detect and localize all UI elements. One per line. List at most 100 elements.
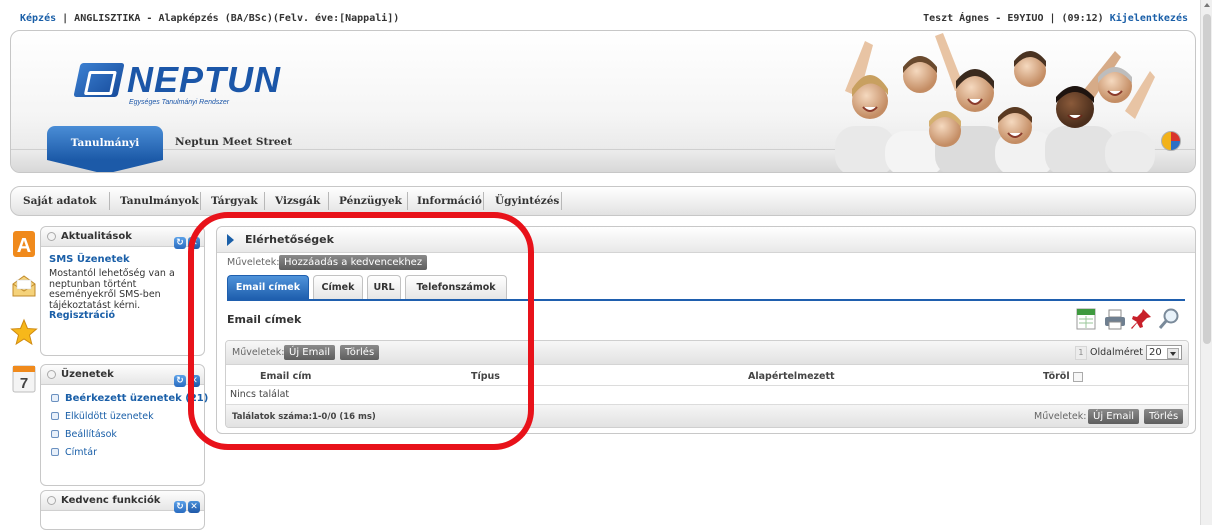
nav-separator <box>328 192 329 210</box>
grid-footer: Találatok száma:1-0/0 (16 ms) Műveletek:… <box>226 405 1188 427</box>
magnifier-icon[interactable] <box>1157 307 1181 335</box>
close-icon[interactable]: ✕ <box>188 237 200 249</box>
scroll-up-icon[interactable] <box>1204 3 1210 7</box>
footer-new-email-button[interactable]: Új Email <box>1088 409 1140 424</box>
nav-targyak[interactable]: Tárgyak <box>211 195 258 207</box>
page-size-label: Oldalméret <box>1089 347 1143 358</box>
news-box-header: Aktualitások ↻ ✕ <box>41 227 204 249</box>
delete-button[interactable]: Törlés <box>340 345 380 360</box>
panel-header: Elérhetőségek <box>217 227 1195 253</box>
nav-informacio[interactable]: Információ <box>417 195 482 207</box>
footer-ops-label: Műveletek: <box>1034 411 1087 422</box>
arrow-icon <box>51 430 59 438</box>
refresh-icon[interactable]: ↻ <box>174 501 186 513</box>
messages-box-header: Üzenetek ↻ ✕ <box>41 365 204 387</box>
envelope-icon[interactable] <box>11 274 37 298</box>
people-photo-graphic <box>835 33 1155 172</box>
scroll-thumb[interactable] <box>1203 14 1211 344</box>
logout-link[interactable]: Kijelentkezés <box>1110 13 1188 24</box>
user-name: Teszt Ágnes - E9YIUO | (09:12) <box>923 13 1104 24</box>
page-number[interactable]: 1 <box>1074 345 1087 360</box>
panel-title: Elérhetőségek <box>245 233 334 246</box>
bullet-icon <box>47 370 56 379</box>
nav-tanulmanyok[interactable]: Tanulmányok <box>120 195 199 207</box>
email-grid: Műveletek: Új Email Törlés 1 Oldalméret … <box>225 340 1189 428</box>
header: NEPTUN Egységes Tanulmányi Rendszer Tanu… <box>10 30 1196 173</box>
svg-text:A: A <box>17 235 31 257</box>
bullet-icon <box>47 232 56 241</box>
tab-phones[interactable]: Telefonszámok <box>405 275 507 299</box>
col-default[interactable]: Alapértelmezett <box>748 371 835 382</box>
main-nav: Saját adatok Tanulmányok Tárgyak Vizsgák… <box>10 186 1196 216</box>
pie-chart-icon[interactable] <box>1161 131 1181 151</box>
tab-meet-street[interactable]: Neptun Meet Street <box>175 136 292 148</box>
nav-sajat-adatok[interactable]: Saját adatok <box>23 195 97 207</box>
add-favorite-button[interactable]: Hozzáadás a kedvencekhez <box>279 255 428 270</box>
ops-label: Műveletek: <box>227 257 280 268</box>
messages-list: Beérkezett üzenetek (21) Elküldött üzene… <box>49 392 208 464</box>
logo-grid-icon <box>73 63 125 97</box>
excel-export-icon[interactable] <box>1075 307 1097 335</box>
nav-separator <box>264 192 265 210</box>
logo-subtitle: Egységes Tanulmányi Rendszer <box>129 99 230 106</box>
col-type[interactable]: Típus <box>471 371 500 382</box>
favorites-box: Kedvenc funkciók ↻ ✕ <box>40 490 205 530</box>
nav-separator <box>483 192 484 210</box>
arrow-icon <box>51 394 59 402</box>
nav-vizsgak[interactable]: Vizsgák <box>275 195 320 207</box>
arrow-icon <box>51 412 59 420</box>
nav-separator <box>200 192 201 210</box>
grid-toolbar: Műveletek: Új Email Törlés 1 Oldalméret … <box>226 341 1188 365</box>
print-icon[interactable] <box>1103 307 1127 335</box>
nav-penzugyek[interactable]: Pénzügyek <box>339 195 402 207</box>
refresh-icon[interactable]: ↻ <box>174 237 186 249</box>
tab-tanulmanyi-rendszer[interactable]: Tanulmányi rendszer <box>47 126 163 172</box>
nav-ugyintezes[interactable]: Ügyintézés <box>495 195 559 207</box>
favorites-box-title: Kedvenc funkciók <box>61 495 161 506</box>
register-link[interactable]: Regisztráció <box>49 310 115 321</box>
result-count: Találatok száma:1-0/0 (16 ms) <box>232 412 376 422</box>
page-scrollbar[interactable] <box>1200 0 1212 525</box>
header-photo <box>825 31 1155 172</box>
arrow-icon <box>51 448 59 456</box>
logo-text: NEPTUN <box>127 59 282 100</box>
context-info: Képzés | ANGLISZTIKA - Alapképzés (BA/BS… <box>20 13 399 24</box>
sms-description: Mostantól lehetőség van a neptunban tört… <box>49 268 175 311</box>
refresh-icon[interactable]: ↻ <box>174 375 186 387</box>
messages-box: Üzenetek ↻ ✕ Beérkezett üzenetek (21) Elk… <box>40 364 208 486</box>
sms-title: SMS Üzenetek <box>49 254 130 265</box>
sms-text: Mostantól lehetőség van a neptunban tört… <box>49 268 204 322</box>
settings-link[interactable]: Beállítások <box>49 428 208 446</box>
page-size-select[interactable]: 20 <box>1146 345 1182 360</box>
panel-arrow-icon <box>227 234 234 246</box>
sent-link[interactable]: Elküldött üzenetek <box>49 410 208 428</box>
news-box-title: Aktualitások <box>61 231 132 242</box>
col-delete: Töröl <box>1043 371 1083 382</box>
section-title: Email címek <box>227 313 302 326</box>
tab-email[interactable]: Email címek <box>227 275 309 299</box>
calendar-icon[interactable]: 7 <box>11 364 37 396</box>
close-icon[interactable]: ✕ <box>188 501 200 513</box>
tab-url[interactable]: URL <box>367 275 401 299</box>
select-all-checkbox[interactable] <box>1072 371 1083 382</box>
footer-delete-button[interactable]: Törlés <box>1144 409 1184 424</box>
bullet-icon <box>47 496 56 505</box>
nav-separator <box>561 192 562 210</box>
col-email[interactable]: Email cím <box>260 371 311 382</box>
pin-icon[interactable] <box>1129 307 1153 335</box>
star-icon[interactable] <box>10 318 38 346</box>
user-info: Teszt Ágnes - E9YIUO | (09:12) Kijelentk… <box>923 13 1188 24</box>
training-link[interactable]: Képzés <box>20 13 56 24</box>
inbox-link[interactable]: Beérkezett üzenetek (21) <box>49 392 208 410</box>
tabs-underline <box>227 299 1185 301</box>
nav-separator <box>109 192 110 210</box>
directory-link[interactable]: Címtár <box>49 446 208 464</box>
favorites-box-header: Kedvenc funkciók ↻ ✕ <box>41 491 204 513</box>
tab-addresses[interactable]: Címek <box>313 275 363 299</box>
close-icon[interactable]: ✕ <box>188 375 200 387</box>
new-email-button[interactable]: Új Email <box>284 345 336 360</box>
news-a-icon[interactable]: A <box>12 230 36 258</box>
col-delete-label[interactable]: Töröl <box>1043 371 1070 382</box>
nav-separator <box>407 192 408 210</box>
training-info: | ANGLISZTIKA - Alapképzés (BA/BSc)(Felv… <box>56 13 400 24</box>
